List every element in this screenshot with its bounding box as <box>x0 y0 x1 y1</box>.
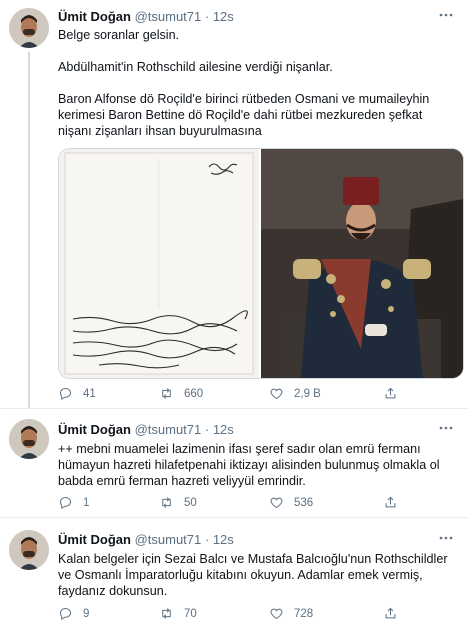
retweet-icon <box>162 608 171 619</box>
tweet-text: ++ mebni muamelei lazimenin ifası şeref … <box>58 442 440 488</box>
author-handle[interactable]: @tsumut71 <box>135 9 202 24</box>
tweet[interactable]: Ümit Doğan @tsumut71 · 12s Kalan belgele… <box>0 518 468 633</box>
timestamp[interactable]: · 12s <box>205 422 234 437</box>
retweet-count: 50 <box>184 496 197 509</box>
tweet-actions: 9 70 728 <box>58 606 458 624</box>
tweet-line-spacer <box>58 43 458 59</box>
timestamp[interactable]: · 12s <box>205 532 234 547</box>
reply-button[interactable]: 41 <box>58 386 96 401</box>
avatar-photo <box>9 419 49 459</box>
reply-count: 41 <box>83 387 96 400</box>
reply-button[interactable]: 9 <box>58 606 89 621</box>
share-icon <box>385 607 396 619</box>
portrait-image[interactable] <box>261 149 463 378</box>
reply-icon <box>59 496 72 510</box>
retweet-icon <box>162 388 171 399</box>
tweet-line-spacer <box>58 75 458 91</box>
retweet-button[interactable]: 70 <box>159 606 197 621</box>
tweet-media[interactable] <box>58 148 464 379</box>
retweet-button[interactable]: 660 <box>159 386 203 401</box>
tweet-text: Kalan belgeler için Sezai Balcı ve Musta… <box>58 552 448 598</box>
tweet-text: Belge soranlar gelsin. Abdülhamit'in Rot… <box>58 27 458 139</box>
tweet-actions: 1 50 536 <box>58 495 458 513</box>
more-icon[interactable] <box>436 421 456 435</box>
reply-count: 1 <box>83 496 90 509</box>
tweet-line: Baron Alfonse dö Roçild'e birinci rütbed… <box>58 92 430 138</box>
avatar-photo <box>9 530 49 570</box>
tweet-line: Abdülhamit'in Rothschild ailesine verdiğ… <box>58 60 333 74</box>
avatar[interactable] <box>9 530 49 570</box>
share-button[interactable] <box>383 495 398 510</box>
tweet-line: Belge soranlar gelsin. <box>58 28 180 42</box>
more-icon[interactable] <box>436 531 456 545</box>
share-button[interactable] <box>383 386 398 401</box>
retweet-button[interactable]: 50 <box>159 495 197 510</box>
retweet-count: 660 <box>184 387 204 400</box>
share-icon <box>385 387 396 399</box>
like-button[interactable]: 2,9 B <box>269 386 321 401</box>
author-name[interactable]: Ümit Doğan <box>58 532 131 547</box>
author-handle[interactable]: @tsumut71 <box>135 422 202 437</box>
author-name[interactable]: Ümit Doğan <box>58 9 131 24</box>
heart-icon <box>270 388 283 400</box>
avatar[interactable] <box>9 419 49 459</box>
share-button[interactable] <box>383 606 398 621</box>
tweet-actions: 41 660 2,9 B <box>58 386 458 404</box>
reply-count: 9 <box>83 607 90 620</box>
timestamp[interactable]: · 12s <box>205 9 234 24</box>
like-count: 728 <box>294 607 314 620</box>
document-image[interactable] <box>59 149 259 378</box>
avatar[interactable] <box>9 8 49 48</box>
author-handle[interactable]: @tsumut71 <box>135 532 202 547</box>
heart-icon <box>270 497 283 509</box>
avatar-photo <box>9 8 49 48</box>
reply-icon <box>59 387 72 401</box>
tweet[interactable]: Ümit Doğan @tsumut71 · 12s Belge soranla… <box>0 0 468 408</box>
tweet-header: Ümit Doğan @tsumut71 · 12s <box>58 422 234 437</box>
author-name[interactable]: Ümit Doğan <box>58 422 131 437</box>
reply-icon <box>59 607 72 621</box>
like-button[interactable]: 536 <box>269 495 313 510</box>
tweet[interactable]: Ümit Doğan @tsumut71 · 12s ++ mebni muam… <box>0 409 468 517</box>
heart-icon <box>270 608 283 620</box>
like-button[interactable]: 728 <box>269 606 313 621</box>
like-count: 2,9 B <box>294 387 321 400</box>
tweet-header: Ümit Doğan @tsumut71 · 12s <box>58 9 234 24</box>
thread-connector <box>28 52 30 408</box>
sultan-portrait <box>261 149 463 378</box>
like-count: 536 <box>294 496 314 509</box>
more-icon[interactable] <box>436 8 456 22</box>
tweet-header: Ümit Doğan @tsumut71 · 12s <box>58 532 234 547</box>
retweet-icon <box>162 497 171 508</box>
retweet-count: 70 <box>184 607 197 620</box>
reply-button[interactable]: 1 <box>58 495 89 510</box>
share-icon <box>385 496 396 508</box>
ottoman-document <box>64 152 254 375</box>
